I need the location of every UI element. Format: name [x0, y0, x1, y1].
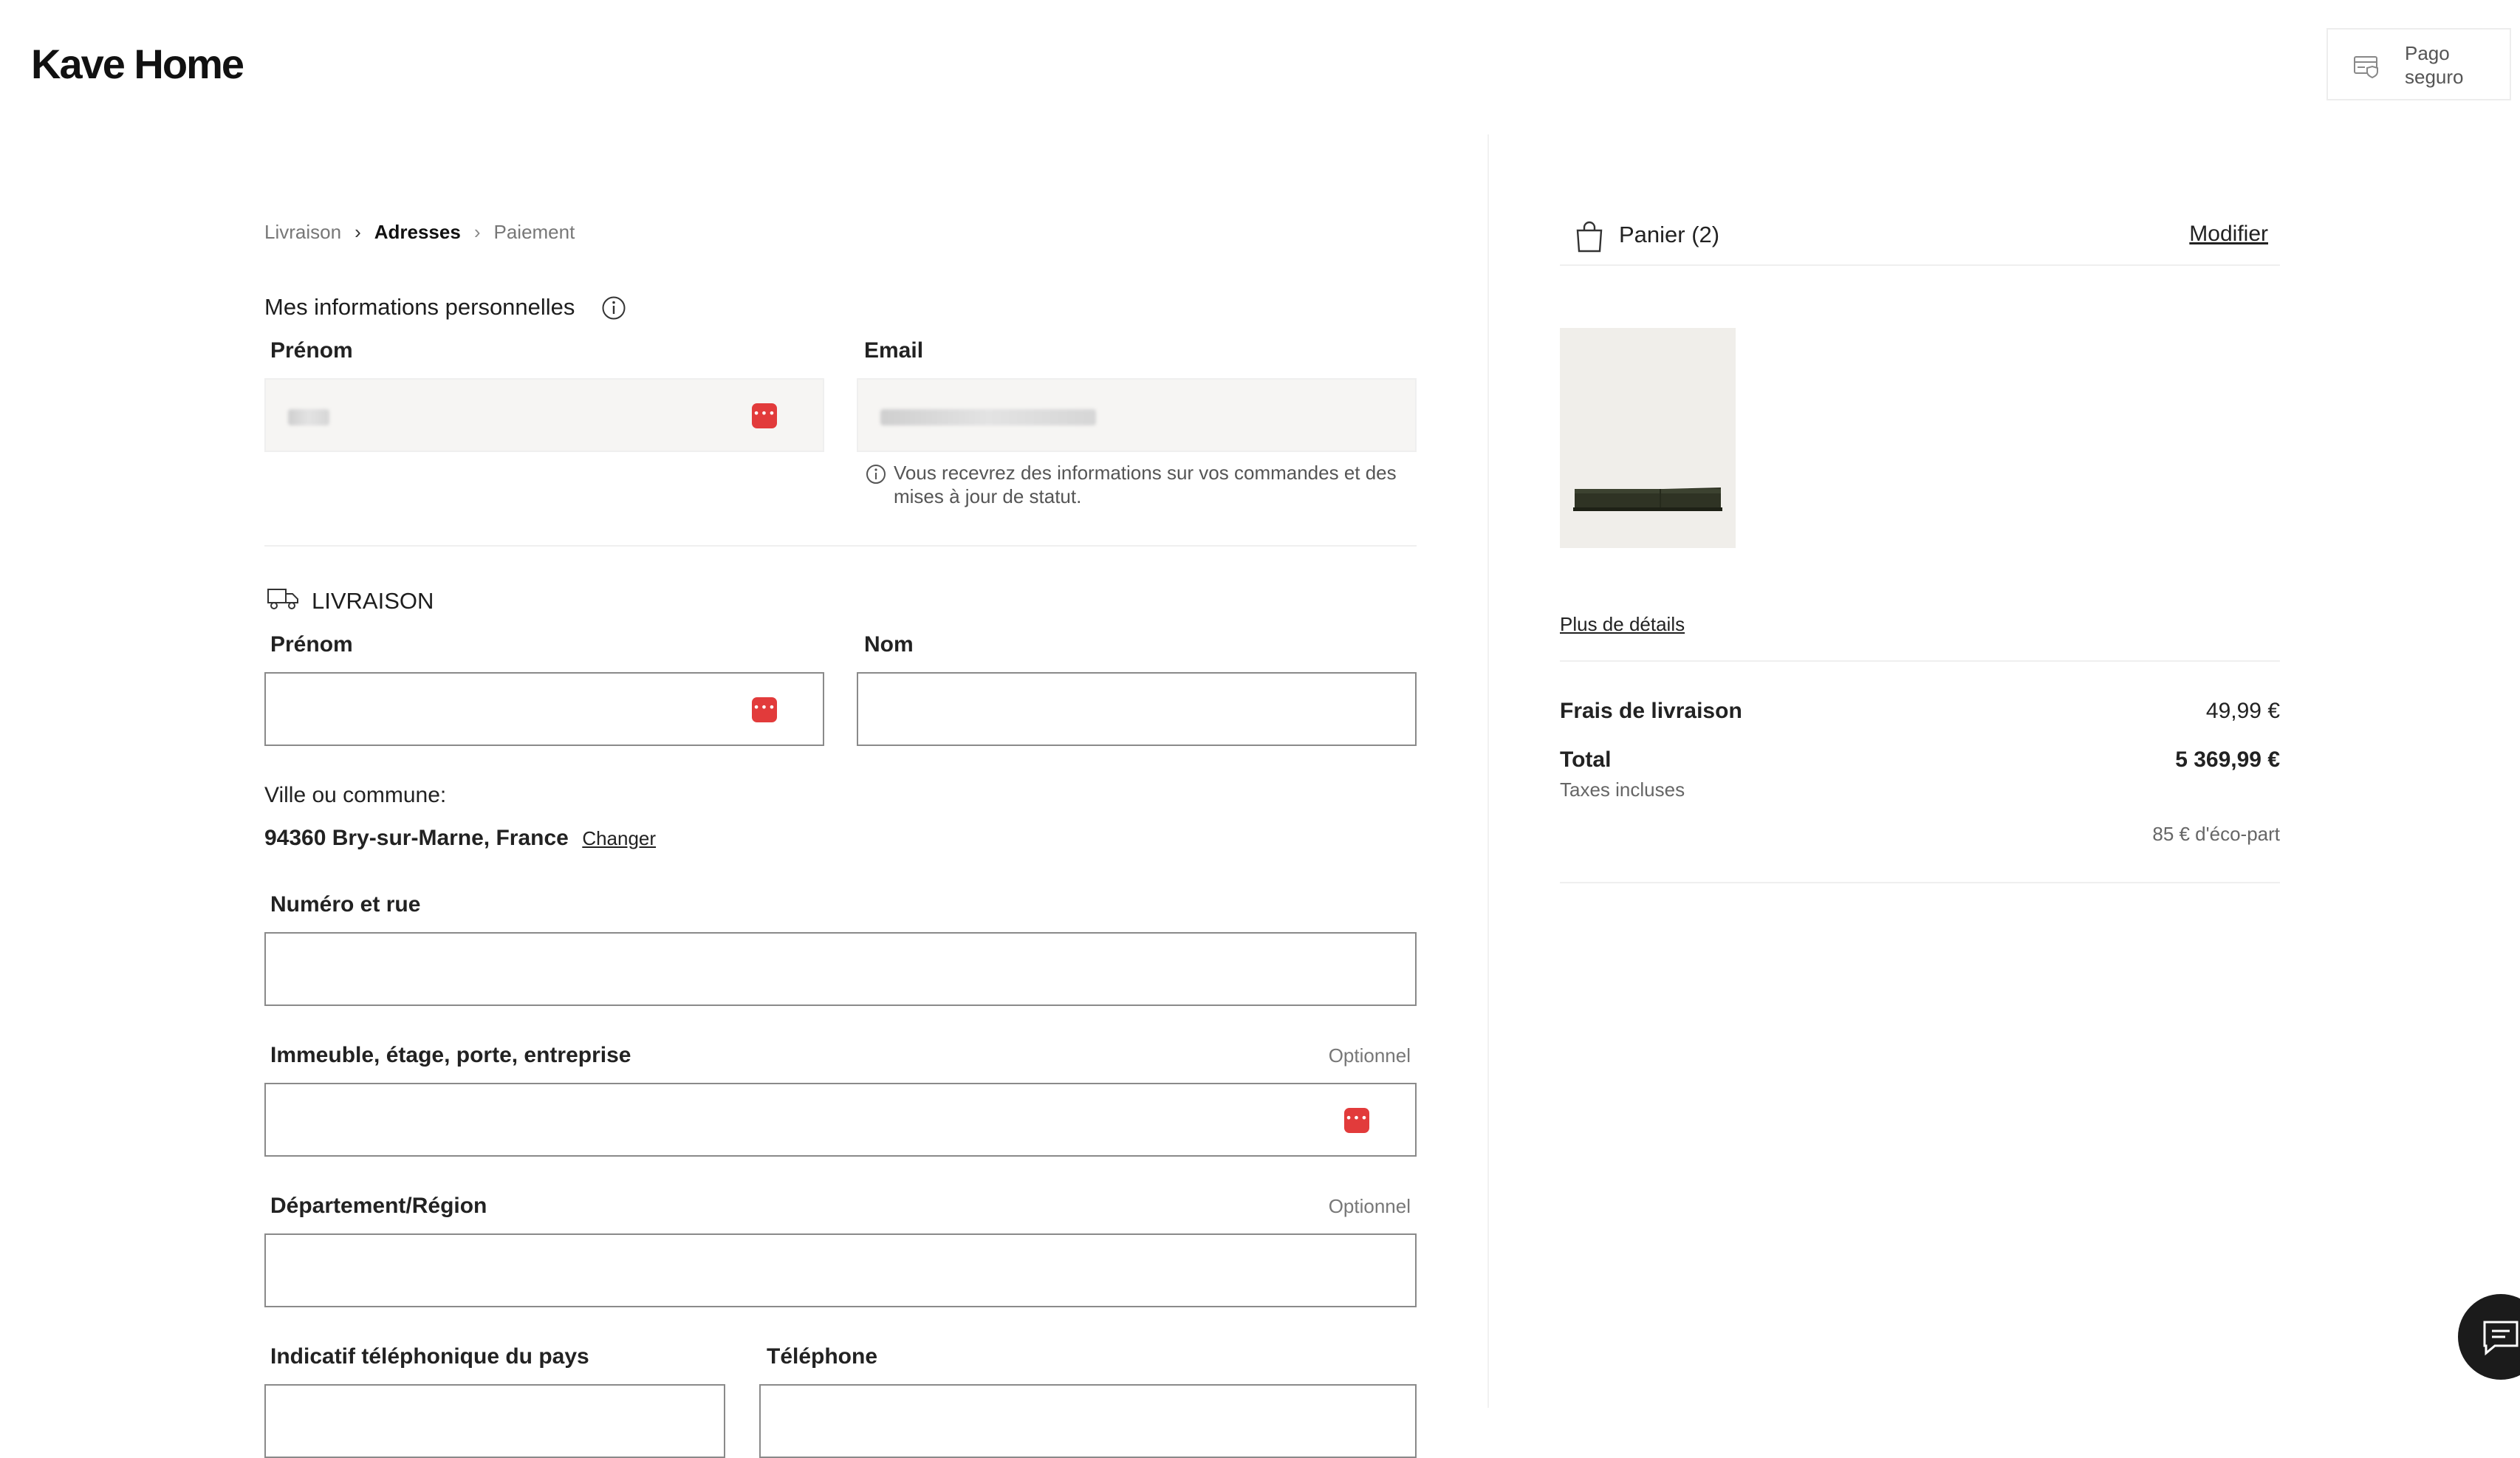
city-label: Ville ou commune:: [264, 783, 447, 807]
personal-first-name-label: Prénom: [270, 338, 353, 363]
redacted-value: [880, 409, 1096, 425]
sofa-image: [1573, 487, 1722, 511]
redacted-value: [288, 409, 329, 425]
delivery-first-name-label: Prénom: [270, 632, 353, 657]
chevron-right-icon: ›: [473, 221, 481, 243]
password-manager-icon[interactable]: [752, 403, 777, 428]
modify-cart-link[interactable]: Modifier: [2189, 222, 2268, 247]
phone-input[interactable]: [759, 1384, 1417, 1458]
password-manager-icon[interactable]: [752, 697, 777, 722]
delivery-section-title: LIVRAISON: [312, 588, 434, 614]
city-row: 94360 Bry-sur-Marne, France Changer: [264, 826, 656, 851]
shipping-label: Frais de livraison: [1560, 699, 1742, 723]
cart-title: Panier (2): [1619, 222, 1720, 247]
column-divider: [1487, 134, 1489, 1408]
breadcrumb-step-adresses: Adresses: [374, 221, 461, 243]
info-icon: [866, 464, 886, 488]
building-optional-label: Optionnel: [1328, 1044, 1411, 1067]
country-code-select[interactable]: [264, 1384, 725, 1458]
summary-divider: [1560, 882, 2280, 883]
region-label: Département/Région: [270, 1194, 487, 1218]
kave-home-logo[interactable]: Kave Home: [31, 40, 244, 88]
building-label: Immeuble, étage, porte, entreprise: [270, 1043, 631, 1067]
delivery-last-name-label: Nom: [864, 632, 914, 657]
email-label: Email: [864, 338, 924, 363]
breadcrumb: Livraison › Adresses › Paiement: [264, 221, 575, 244]
personal-info-title: Mes informations personnelles: [264, 294, 575, 320]
shipping-value: 49,99 €: [2205, 699, 2280, 723]
change-city-link[interactable]: Changer: [582, 827, 656, 849]
email-hint: Vous recevrez des informations sur vos c…: [894, 462, 1397, 507]
secure-payment-label: Pago seguro: [2405, 42, 2464, 88]
personal-first-name-input[interactable]: [264, 378, 824, 452]
total-label: Total: [1560, 747, 1612, 772]
summary-divider: [1560, 660, 2280, 662]
building-input[interactable]: [264, 1083, 1417, 1157]
password-manager-icon[interactable]: [1344, 1108, 1369, 1133]
country-code-label: Indicatif téléphonique du pays: [270, 1344, 589, 1369]
total-value: 5 369,99 €: [2175, 747, 2280, 772]
taxes-note: Taxes incluses: [1560, 778, 1685, 801]
city-value: 94360 Bry-sur-Marne, France: [264, 826, 569, 850]
shopping-bag-icon: [1575, 220, 1604, 256]
breadcrumb-step-livraison[interactable]: Livraison: [264, 221, 341, 243]
more-details-link[interactable]: Plus de détails: [1560, 613, 1685, 636]
breadcrumb-step-paiement: Paiement: [493, 221, 575, 243]
delivery-truck-icon: [266, 586, 300, 615]
phone-label: Téléphone: [767, 1344, 878, 1369]
region-input[interactable]: [264, 1233, 1417, 1307]
street-input[interactable]: [264, 932, 1417, 1006]
credit-card-shield-icon: [2353, 55, 2381, 82]
section-divider: [264, 545, 1417, 547]
info-icon[interactable]: [601, 295, 626, 324]
eco-part-note: 85 € d'éco-part: [2152, 823, 2280, 845]
street-label: Numéro et rue: [270, 892, 421, 917]
email-input[interactable]: [857, 378, 1417, 452]
chat-icon: [2480, 1319, 2520, 1360]
chevron-right-icon: ›: [355, 221, 361, 243]
region-optional-label: Optionnel: [1328, 1195, 1411, 1217]
cart-header: Panier (2) Modifier: [1560, 207, 2280, 266]
chat-button[interactable]: [2458, 1294, 2520, 1380]
product-thumbnail[interactable]: [1560, 328, 1736, 548]
delivery-last-name-input[interactable]: [857, 672, 1417, 746]
secure-payment-badge: Pago seguro: [2326, 28, 2511, 100]
delivery-first-name-input[interactable]: [264, 672, 824, 746]
